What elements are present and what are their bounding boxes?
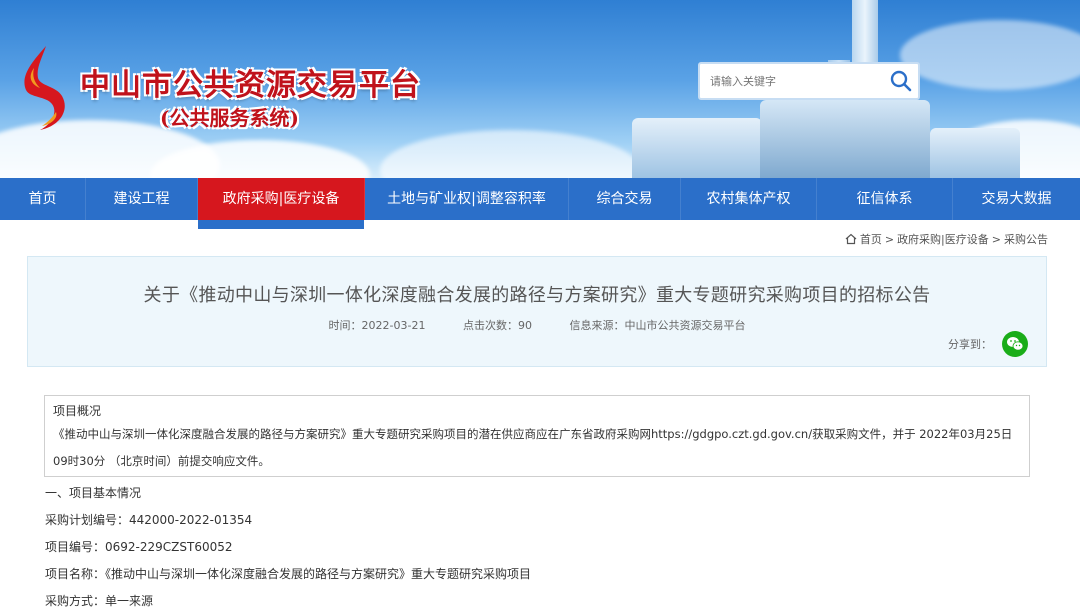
overview-text: 《推动中山与深圳一体化深度融合发展的路径与方案研究》重大专题研究采购项目的潜在供… <box>53 427 1013 468</box>
breadcrumb-separator: > <box>991 232 1001 246</box>
breadcrumb-level2[interactable]: 采购公告 <box>1004 231 1048 247</box>
nav-item-credit-system[interactable]: 征信体系 <box>817 178 953 220</box>
breadcrumb-level1[interactable]: 政府采购|医疗设备 <box>897 231 989 247</box>
time-value: 2022-03-21 <box>361 319 426 332</box>
nav-item-construction[interactable]: 建设工程 <box>86 178 198 220</box>
nav-item-rural-property[interactable]: 农村集体产权 <box>681 178 817 220</box>
share-bar: 分享到： <box>948 331 1028 357</box>
search-box <box>698 62 920 100</box>
nav-item-home[interactable]: 首页 <box>0 178 86 220</box>
project-name: 项目名称：《推动中山与深圳一体化深度融合发展的路径与方案研究》重大专题研究采购项… <box>45 567 532 581</box>
project-number: 项目编号：0692-229CZST60052 <box>45 540 233 554</box>
site-title: 中山市公共资源交易平台 <box>80 68 421 103</box>
share-label: 分享到： <box>948 338 992 351</box>
overview-heading: 项目概况 <box>53 404 102 418</box>
nav-item-land-mining[interactable]: 土地与矿业权|调整容积率 <box>365 178 569 220</box>
breadcrumb: 首页 > 政府采购|医疗设备 > 采购公告 <box>845 231 1048 247</box>
plan-number: 采购计划编号：442000-2022-01354 <box>45 513 253 527</box>
article-title: 关于《推动中山与深圳一体化深度融合发展的路径与方案研究》重大专题研究采购项目的招… <box>143 285 931 306</box>
project-overview: 项目概况 《推动中山与深圳一体化深度融合发展的路径与方案研究》重大专题研究采购项… <box>44 395 1030 477</box>
nav-item-big-data[interactable]: 交易大数据 <box>953 178 1080 220</box>
header-banner: 中山市公共资源交易平台 (公共服务系统) <box>0 0 1080 178</box>
nav-item-government-procurement[interactable]: 政府采购|医疗设备 <box>198 178 365 229</box>
building-decoration <box>632 118 762 178</box>
search-icon[interactable] <box>884 64 918 98</box>
wechat-share-icon[interactable] <box>1002 331 1028 357</box>
clicks-value: 90 <box>517 319 532 332</box>
main-nav: 首页 建设工程 政府采购|医疗设备 土地与矿业权|调整容积率 综合交易 农村集体… <box>0 178 1080 229</box>
click-count: 点击次数：90 <box>463 319 536 332</box>
building-decoration <box>760 100 930 178</box>
home-icon <box>845 233 857 245</box>
publish-time: 时间：2022-03-21 <box>329 319 429 332</box>
cloud-decoration <box>900 20 1080 90</box>
section-heading: 一、项目基本情况 <box>45 486 142 500</box>
breadcrumb-home[interactable]: 首页 <box>860 231 882 247</box>
time-label: 时间： <box>328 319 362 332</box>
article-header: 关于《推动中山与深圳一体化深度融合发展的路径与方案研究》重大专题研究采购项目的招… <box>27 256 1047 367</box>
cloud-decoration <box>380 130 640 178</box>
logo-icon <box>24 46 65 130</box>
source-label: 信息来源： <box>569 319 625 332</box>
article-body: 一、项目基本情况 采购计划编号：442000-2022-01354 项目编号：0… <box>45 480 531 612</box>
info-source: 信息来源：中山市公共资源交易平台 <box>569 319 745 332</box>
site-subtitle: (公共服务系统) <box>160 106 299 130</box>
article-meta: 时间：2022-03-21 点击次数：90 信息来源：中山市公共资源交易平台 <box>28 317 1046 333</box>
nav-item-comprehensive-trade[interactable]: 综合交易 <box>569 178 681 220</box>
procurement-method: 采购方式：单一来源 <box>45 594 154 608</box>
breadcrumb-separator: > <box>884 232 895 246</box>
search-input[interactable] <box>700 64 884 98</box>
source-value: 中山市公共资源交易平台 <box>624 319 746 332</box>
clicks-label: 点击次数： <box>462 319 518 332</box>
building-decoration <box>930 128 1020 178</box>
